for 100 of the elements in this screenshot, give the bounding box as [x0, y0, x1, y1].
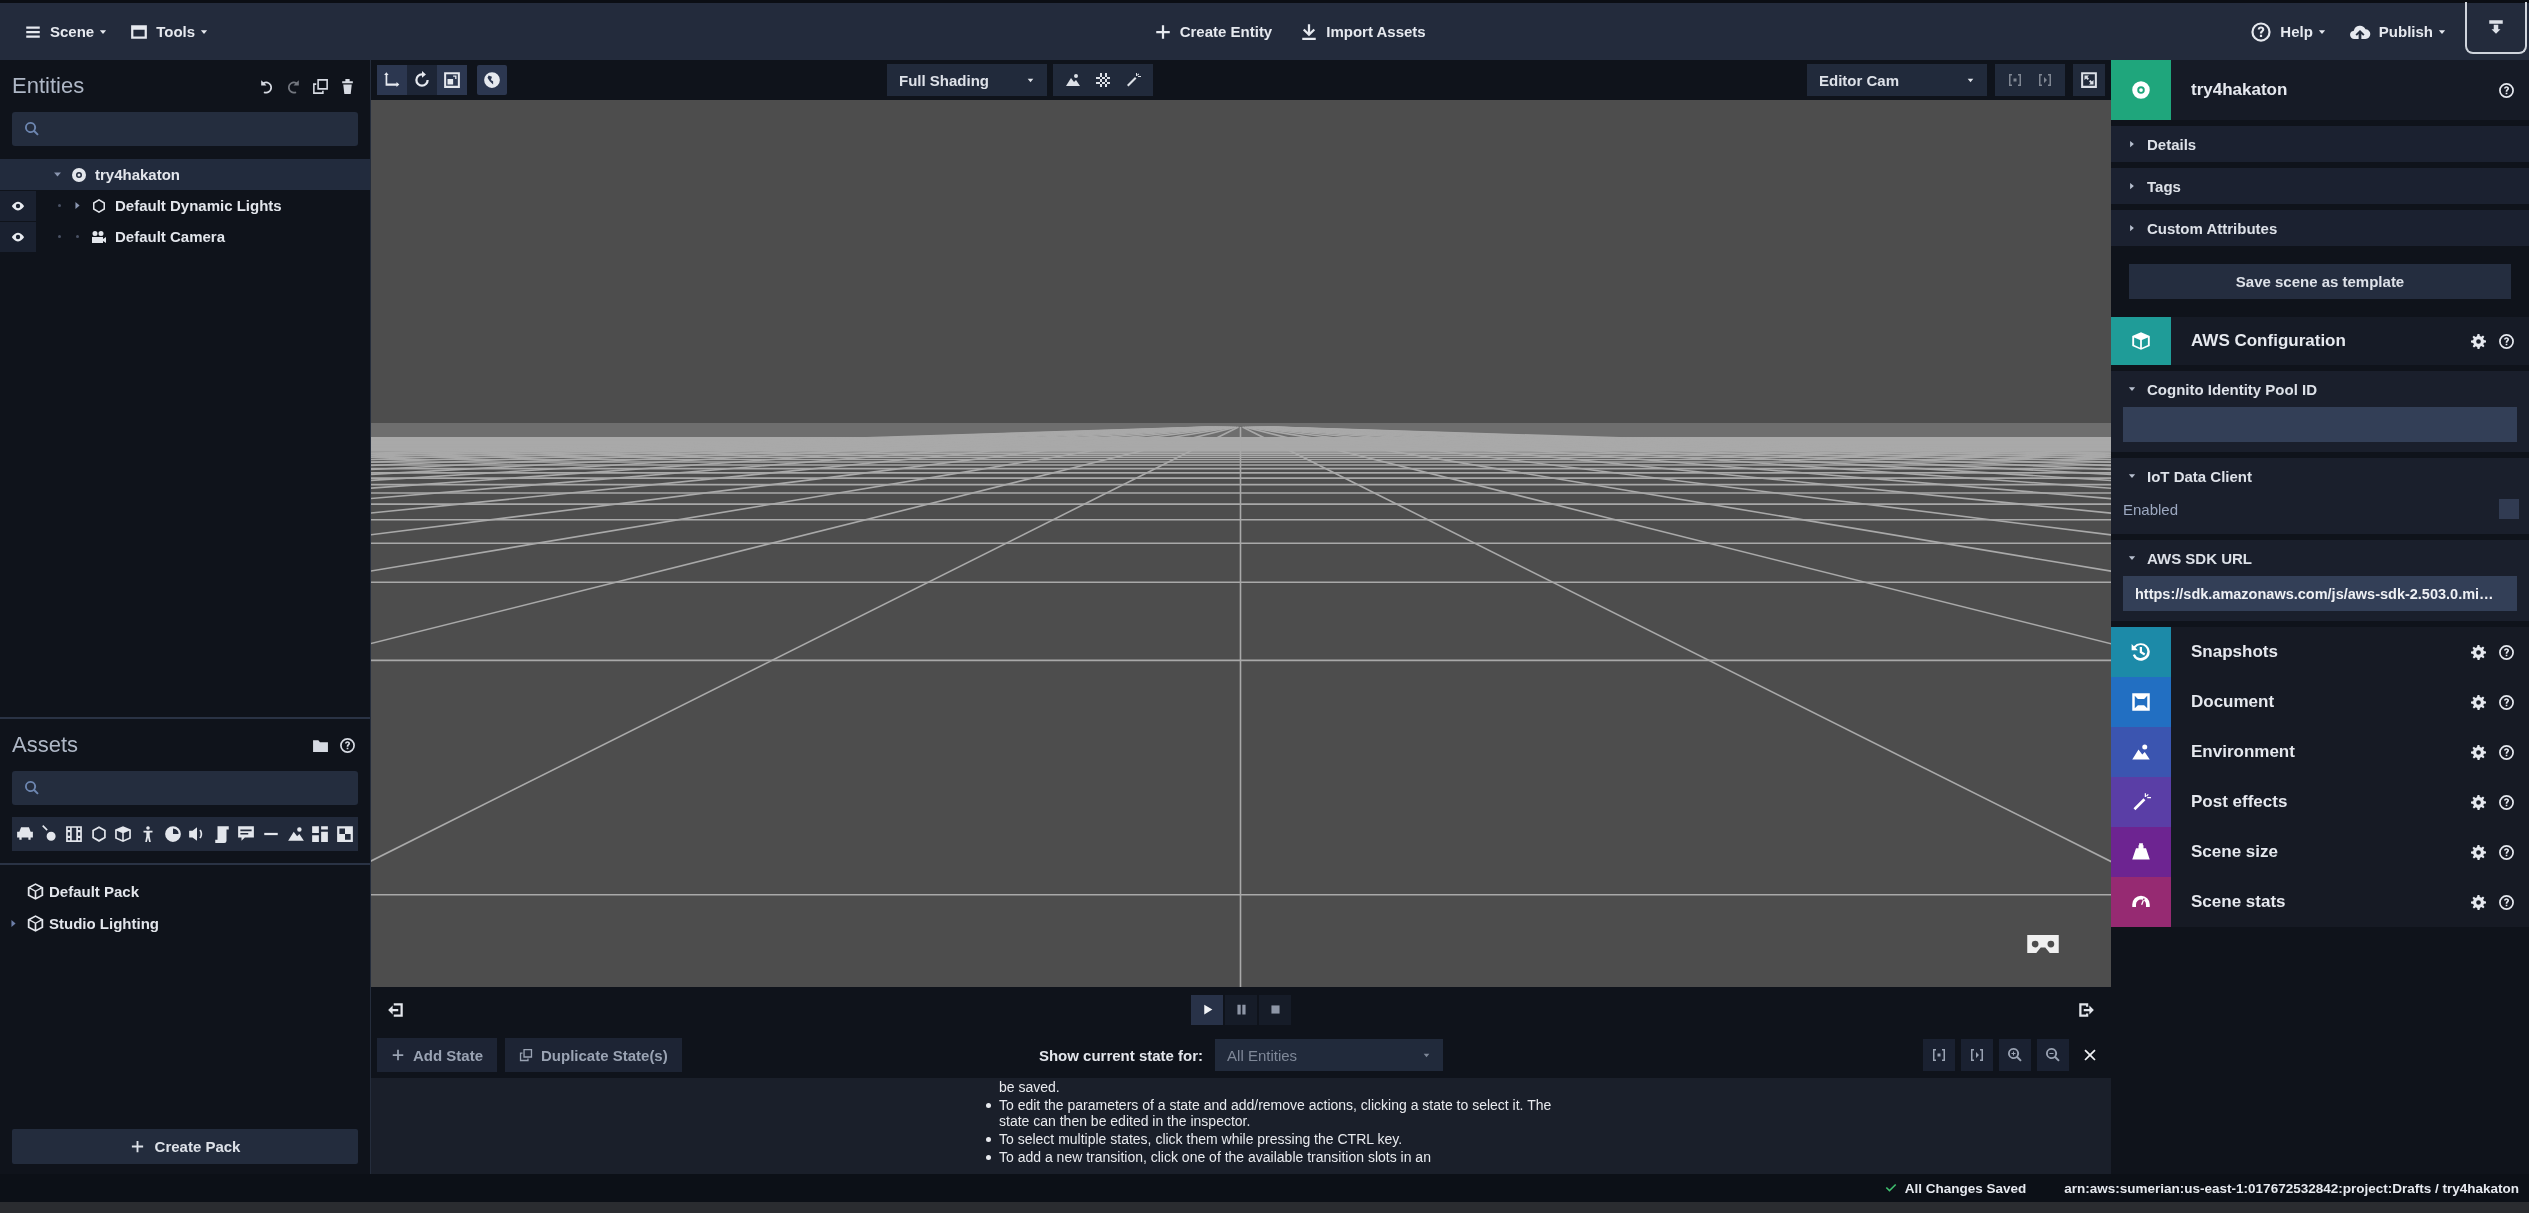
entity-name: try4hakaton	[2190, 80, 2289, 100]
film-icon[interactable]	[65, 825, 84, 843]
bracket-target-icon[interactable]	[2007, 72, 2023, 88]
history-icon	[2131, 642, 2151, 662]
move-axes-icon[interactable]	[377, 65, 407, 95]
search-field[interactable]	[12, 771, 358, 805]
settings-icon[interactable]	[2471, 894, 2486, 910]
zoom-out-icon[interactable]	[2037, 1039, 2069, 1071]
scale-icon[interactable]	[437, 65, 467, 95]
help-icon[interactable]	[2498, 81, 2515, 99]
checkbox[interactable]	[2499, 499, 2519, 519]
settings-icon[interactable]	[2471, 694, 2486, 710]
help-icon[interactable]	[2498, 893, 2515, 911]
asset-pack[interactable]: Default Pack	[0, 875, 370, 907]
component-row[interactable]: Snapshots	[2111, 627, 2529, 677]
pause-button[interactable]	[1225, 994, 1257, 1025]
cube-icon[interactable]	[114, 825, 133, 843]
component-title: AWS Configuration	[2190, 331, 2347, 351]
rotate-icon[interactable]	[407, 65, 437, 95]
zoom-in-icon[interactable]	[1999, 1039, 2031, 1071]
plus-icon	[391, 1048, 405, 1062]
search-field[interactable]	[12, 112, 358, 146]
checkbox-label: Enabled	[2123, 500, 2179, 518]
tree-item[interactable]: Default Camera	[0, 221, 370, 252]
package-icon	[26, 913, 45, 933]
shading-dropdown[interactable]: Full Shading	[887, 64, 1047, 96]
mountain-icon[interactable]	[286, 825, 305, 843]
settings-icon[interactable]	[2471, 333, 2486, 349]
exit-left-icon[interactable]	[387, 1000, 405, 1019]
stop-button[interactable]	[1259, 994, 1291, 1025]
collapsible-section[interactable]: Custom Attributes	[2111, 210, 2529, 246]
help-icon[interactable]	[2498, 743, 2515, 761]
tree-item[interactable]: try4hakaton	[0, 159, 370, 190]
help-icon[interactable]	[2498, 643, 2515, 661]
help-icon[interactable]	[2498, 793, 2515, 811]
component-row[interactable]: Post effects	[2111, 777, 2529, 827]
help-text: To select multiple states, click them while pressing the CTRL key.	[999, 1131, 1403, 1147]
menu-button[interactable]: Help	[2246, 14, 2331, 49]
component-row[interactable]: Environment	[2111, 727, 2529, 777]
car-icon[interactable]	[16, 825, 34, 843]
state-button[interactable]: Duplicate State(s)	[505, 1038, 682, 1072]
duplicate-icon[interactable]	[312, 77, 329, 95]
camera-dropdown[interactable]: Editor Cam	[1807, 64, 1987, 96]
collapsible-section[interactable]: Tags	[2111, 168, 2529, 204]
wand-icon[interactable]	[1125, 72, 1141, 88]
trash-icon[interactable]	[339, 77, 356, 95]
bracket-arrow-icon[interactable]	[2037, 72, 2053, 88]
mountain-icon[interactable]	[1065, 72, 1081, 88]
layout-icon[interactable]	[311, 825, 330, 843]
play-button[interactable]	[1191, 994, 1223, 1025]
entity-filter-dropdown[interactable]: All Entities	[1215, 1039, 1444, 1071]
checker-icon[interactable]	[335, 825, 354, 843]
save-template-button[interactable]: Save scene as template	[2129, 264, 2511, 299]
menu-button[interactable]: Scene	[20, 16, 113, 47]
menu-button[interactable]: Tools	[126, 16, 214, 47]
component-title: Scene size	[2190, 842, 2279, 862]
component-row[interactable]: Scene stats	[2111, 877, 2529, 927]
component-title: Environment	[2190, 742, 2296, 762]
exit-right-icon[interactable]	[2077, 1000, 2095, 1019]
caret-icon[interactable]	[51, 169, 63, 180]
toolbar-button[interactable]: Create Entity	[1149, 16, 1277, 47]
collapsible-section[interactable]: AWS SDK URL	[2111, 540, 2529, 576]
script-icon[interactable]	[212, 825, 231, 843]
grid-icon[interactable]	[1095, 72, 1111, 88]
text-field[interactable]: https://sdk.amazonaws.com/js/aws-sdk-2.503.0.mi…	[2123, 576, 2517, 611]
undo-icon[interactable]	[258, 77, 275, 95]
indent-dot	[75, 235, 79, 238]
settings-icon[interactable]	[2471, 794, 2486, 810]
hexagon-icon[interactable]	[89, 825, 108, 843]
bracket-target-icon[interactable]	[1923, 1039, 1955, 1071]
help-icon[interactable]	[2498, 843, 2515, 861]
text-field[interactable]	[2123, 407, 2517, 442]
chat-icon[interactable]	[237, 825, 256, 843]
globe-icon[interactable]	[477, 65, 507, 95]
collapsible-section[interactable]: Details	[2111, 126, 2529, 162]
asset-pack[interactable]: Studio Lighting	[0, 907, 370, 939]
toolbar-button[interactable]: Import Assets	[1296, 16, 1430, 47]
settings-icon[interactable]	[2471, 844, 2486, 860]
collapsible-section[interactable]: IoT Data Client	[2111, 458, 2529, 494]
pack-label: Studio Lighting	[49, 914, 159, 932]
project-path: arn:aws:sumerian:us-east-1:017672532842:project:Drafts / try4hakaton	[2064, 1180, 2519, 1196]
help-icon[interactable]	[2498, 693, 2515, 711]
settings-icon[interactable]	[2471, 744, 2486, 760]
tree-item[interactable]: Default Dynamic Lights	[0, 190, 370, 221]
menu-button[interactable]: Publish	[2344, 14, 2451, 49]
bullet-icon	[985, 1137, 991, 1142]
redo-icon[interactable]	[285, 77, 302, 95]
fullscreen-icon[interactable]	[2073, 64, 2105, 96]
3d-viewport[interactable]	[371, 100, 2111, 987]
help-icon[interactable]	[2498, 332, 2515, 350]
settings-icon[interactable]	[2471, 644, 2486, 660]
state-button[interactable]: Add State	[377, 1038, 497, 1072]
target-icon	[71, 166, 87, 183]
create-pack-button[interactable]: Create Pack	[12, 1129, 358, 1164]
component-row[interactable]: Document	[2111, 677, 2529, 727]
panel-toggle-button[interactable]	[2465, 1, 2527, 54]
component-row[interactable]: Scene size	[2111, 827, 2529, 877]
help-icon[interactable]	[339, 736, 356, 754]
light-icon[interactable]	[40, 825, 59, 843]
stop-icon	[1268, 1003, 1282, 1016]
